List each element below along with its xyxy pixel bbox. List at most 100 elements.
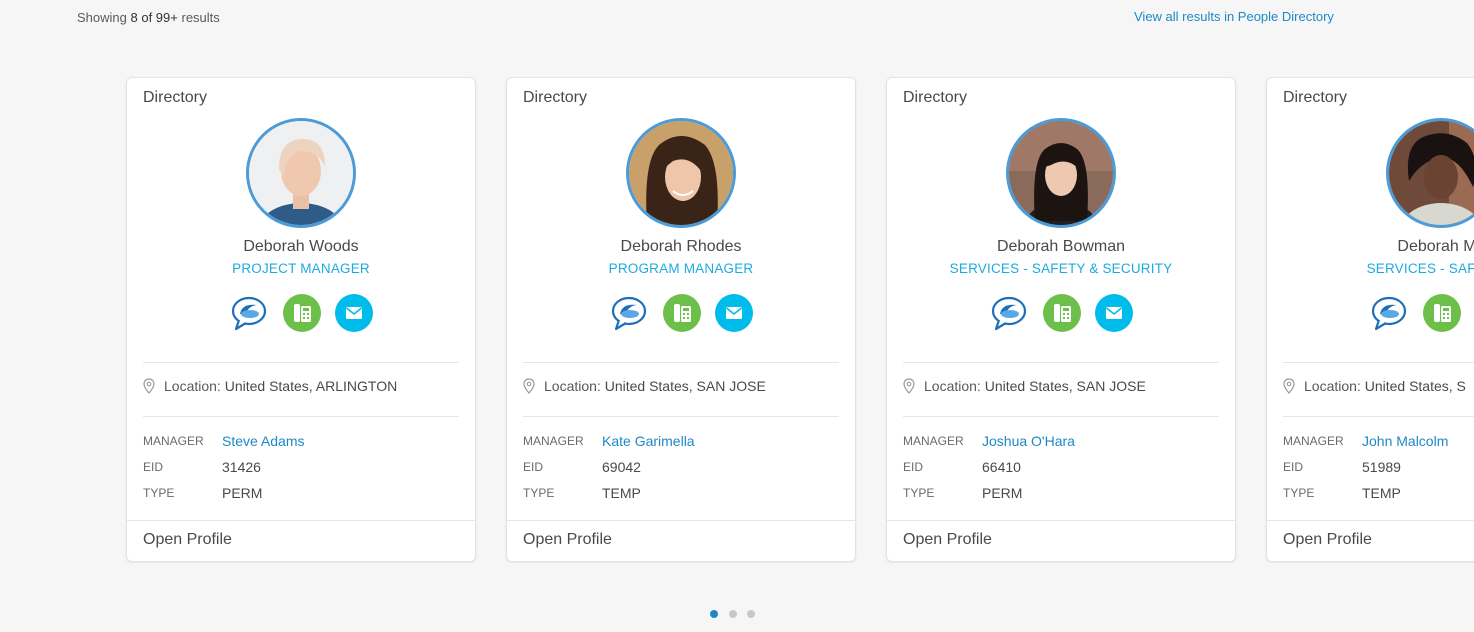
manager-link[interactable]: John Malcolm	[1362, 433, 1448, 449]
open-profile-button[interactable]: Open Profile	[143, 531, 232, 549]
contact-actions	[610, 294, 753, 332]
eid-value: 31426	[222, 459, 261, 475]
results-header: Showing 8 of 99+ results View all result…	[0, 0, 1474, 40]
chat-button[interactable]	[990, 294, 1028, 332]
card-source-label: Directory	[903, 89, 968, 106]
pagination-dot-1[interactable]	[710, 610, 718, 618]
location-row: Location: United States, ARLINGTON	[143, 378, 397, 397]
phone-icon	[1054, 304, 1071, 322]
location-pin-icon	[1283, 378, 1295, 397]
summary-suffix: results	[181, 10, 220, 25]
phone-button[interactable]	[283, 294, 321, 332]
type-label: TYPE	[523, 486, 555, 500]
eid-value: 51989	[1362, 459, 1401, 475]
open-profile-button[interactable]: Open Profile	[903, 531, 992, 549]
location-value: United States, S	[1364, 378, 1466, 394]
people-carousel: Directory Deborah Woods PROJECT MANAGER	[0, 77, 1474, 563]
type-label: TYPE	[1283, 486, 1315, 500]
type-value: PERM	[982, 485, 1023, 501]
location-label: Location:	[164, 378, 221, 394]
chat-bubble-icon	[231, 296, 267, 331]
view-all-results-link[interactable]: View all results in People Directory	[1134, 9, 1334, 24]
person-title: PROJECT MANAGER	[232, 261, 370, 276]
divider	[143, 416, 459, 417]
summary-prefix: Showing	[77, 10, 127, 25]
card-source-label: Directory	[143, 89, 208, 106]
manager-label: MANAGER	[903, 434, 964, 448]
type-value: TEMP	[1362, 485, 1401, 501]
location-pin-icon	[143, 378, 155, 397]
card-footer: Open Profile	[507, 520, 855, 562]
card-source-label: Directory	[523, 89, 588, 106]
person-name[interactable]: Deborah Woods	[127, 238, 475, 256]
person-name[interactable]: Deborah Rhodes	[507, 238, 855, 256]
location-label: Location:	[544, 378, 601, 394]
phone-icon	[294, 304, 311, 322]
eid-value: 69042	[602, 459, 641, 475]
open-profile-button[interactable]: Open Profile	[523, 531, 612, 549]
pagination-dot-3[interactable]	[747, 610, 755, 618]
location-pin-icon	[903, 378, 915, 397]
type-label: TYPE	[143, 486, 175, 500]
divider	[523, 362, 839, 363]
avatar[interactable]	[1006, 118, 1116, 228]
person-title: SERVICES - SAFETY &	[1366, 261, 1474, 276]
location-row: Location: United States, SAN JOSE	[523, 378, 766, 397]
manager-link[interactable]: Kate Garimella	[602, 433, 695, 449]
avatar[interactable]	[1386, 118, 1474, 228]
chat-button[interactable]	[1370, 294, 1408, 332]
chat-bubble-icon	[991, 296, 1027, 331]
chat-button[interactable]	[230, 294, 268, 332]
divider	[523, 416, 839, 417]
manager-label: MANAGER	[143, 434, 204, 448]
location-row: Location: United States, S	[1283, 378, 1466, 397]
mail-button[interactable]	[715, 294, 753, 332]
avatar[interactable]	[246, 118, 356, 228]
phone-button[interactable]	[1423, 294, 1461, 332]
type-value: PERM	[222, 485, 263, 501]
manager-label: MANAGER	[1283, 434, 1344, 448]
location-label: Location:	[1304, 378, 1361, 394]
mail-button[interactable]	[335, 294, 373, 332]
person-name[interactable]: Deborah Mc	[1267, 238, 1474, 256]
location-value: United States, SAN JOSE	[604, 378, 766, 394]
contact-actions	[990, 294, 1133, 332]
chat-button[interactable]	[610, 294, 648, 332]
mail-icon	[1106, 307, 1122, 319]
manager-link[interactable]: Steve Adams	[222, 433, 305, 449]
card-footer: Open Profile	[1267, 520, 1474, 562]
phone-icon	[1434, 304, 1451, 322]
card-source-label: Directory	[1283, 89, 1348, 106]
person-card: Directory Deborah Rhodes PROGRAM MANAGER	[506, 77, 856, 562]
mail-button[interactable]	[1095, 294, 1133, 332]
location-label: Location:	[924, 378, 981, 394]
chat-bubble-icon	[1371, 296, 1407, 331]
manager-label: MANAGER	[523, 434, 584, 448]
eid-label: EID	[143, 460, 164, 474]
divider	[1283, 362, 1474, 363]
pagination-dot-2[interactable]	[729, 610, 737, 618]
person-card: Directory Deborah Mc SERVICES - SAFETY &	[1266, 77, 1474, 562]
open-profile-button[interactable]: Open Profile	[1283, 531, 1372, 549]
eid-label: EID	[903, 460, 924, 474]
person-name[interactable]: Deborah Bowman	[887, 238, 1235, 256]
type-value: TEMP	[602, 485, 641, 501]
manager-link[interactable]: Joshua O'Hara	[982, 433, 1075, 449]
results-summary: Showing 8 of 99+ results	[77, 10, 220, 25]
eid-value: 66410	[982, 459, 1021, 475]
avatar[interactable]	[626, 118, 736, 228]
card-footer: Open Profile	[127, 520, 475, 562]
eid-label: EID	[523, 460, 544, 474]
location-value: United States, SAN JOSE	[984, 378, 1146, 394]
mail-icon	[726, 307, 742, 319]
phone-button[interactable]	[1043, 294, 1081, 332]
type-label: TYPE	[903, 486, 935, 500]
card-footer: Open Profile	[887, 520, 1235, 562]
phone-icon	[674, 304, 691, 322]
location-pin-icon	[523, 378, 535, 397]
person-title: PROGRAM MANAGER	[608, 261, 754, 276]
divider	[1283, 416, 1474, 417]
divider	[903, 416, 1219, 417]
phone-button[interactable]	[663, 294, 701, 332]
contact-actions	[1370, 294, 1474, 332]
